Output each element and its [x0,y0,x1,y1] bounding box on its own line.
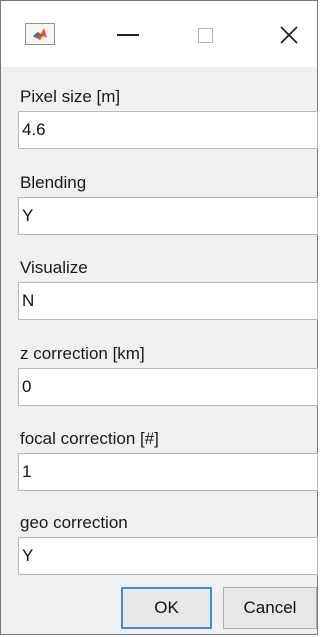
close-icon [280,26,298,44]
ok-button[interactable]: OK [121,587,212,629]
close-button[interactable] [267,15,311,55]
geo-correction-label: geo correction [20,513,128,532]
input-dialog-window: Pixel size [m] Blending Visualize z corr… [0,0,318,635]
minimize-icon [117,34,139,36]
z-correction-input[interactable] [18,368,318,406]
pixel-size-label: Pixel size [m] [20,87,121,106]
visualize-label: Visualize [20,258,88,277]
geo-correction-input[interactable] [18,537,318,575]
matlab-app-icon [25,23,55,45]
pixel-size-input[interactable] [18,111,318,149]
focal-correction-label: focal correction [#] [20,429,159,448]
z-correction-label: z correction [km] [20,344,145,363]
blending-label: Blending [20,173,87,192]
maximize-icon [197,27,213,43]
visualize-input[interactable] [18,282,318,320]
focal-correction-input[interactable] [18,453,318,491]
cancel-button[interactable]: Cancel [223,587,317,629]
maximize-button[interactable] [183,15,227,55]
blending-input[interactable] [18,197,318,235]
title-bar [1,1,317,67]
minimize-button[interactable] [106,15,150,55]
